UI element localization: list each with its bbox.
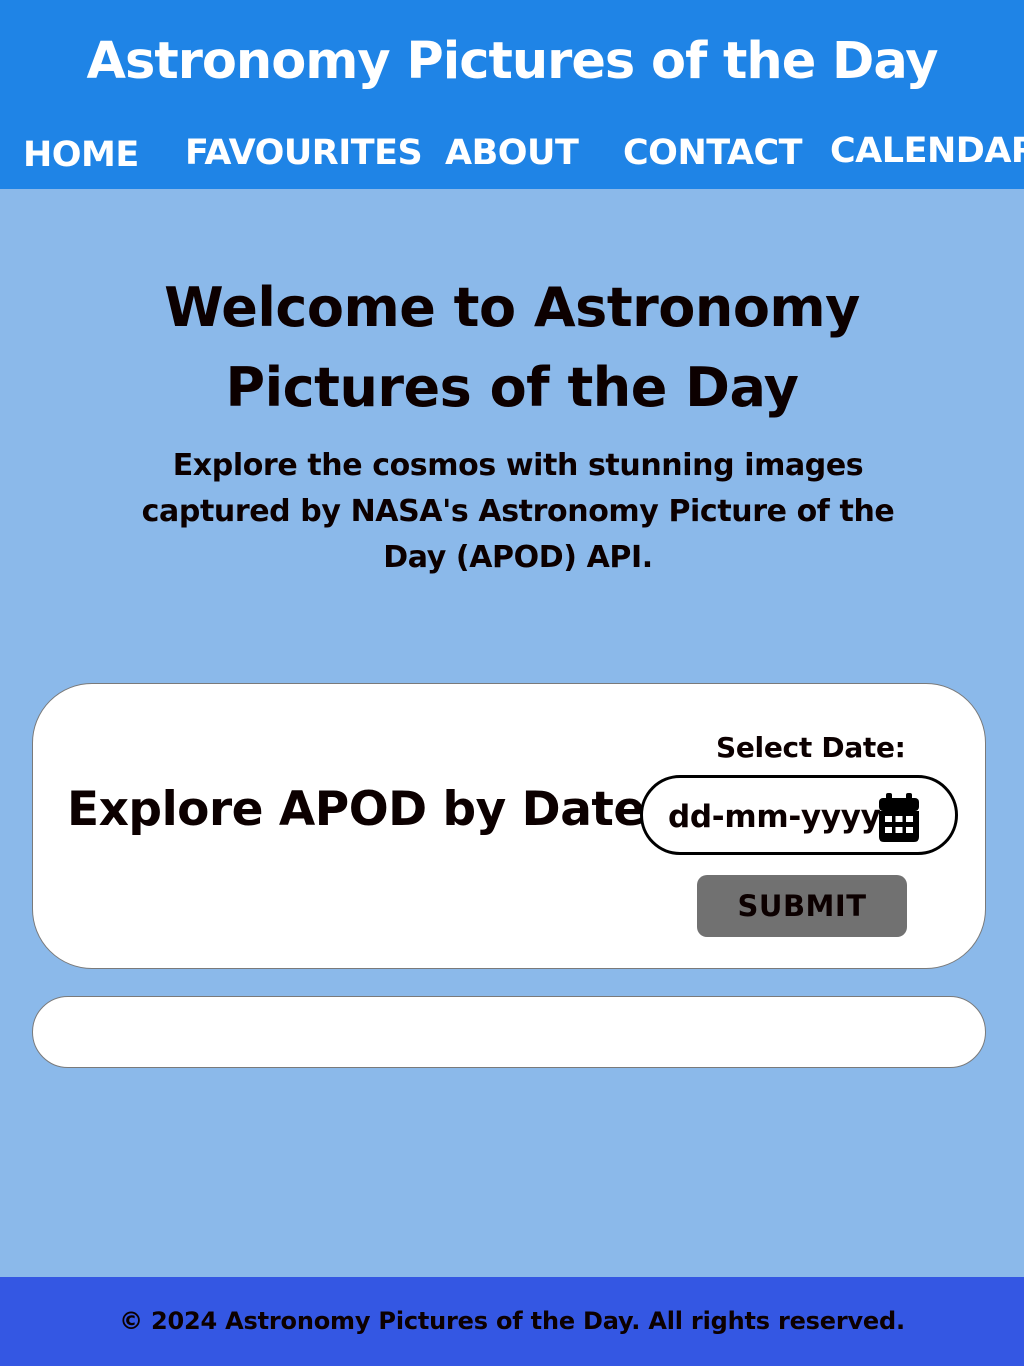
nav-home-link[interactable]: HOME [23, 130, 139, 180]
calendar-icon[interactable] [877, 793, 921, 843]
site-title: Astronomy Pictures of the Day [86, 32, 939, 91]
welcome-subtitle: Explore the cosmos with stunning images … [141, 448, 895, 575]
nav-contact-link[interactable]: CONTACT [623, 128, 803, 178]
nav-about-link[interactable]: ABOUT [445, 128, 579, 178]
submit-button[interactable]: SUBMIT [697, 875, 907, 937]
welcome-title: Welcome to Astronomy Pictures of the Day [164, 276, 860, 419]
nav-favourites-link[interactable]: FAVOURITES [185, 128, 423, 178]
explore-card-title: Explore APOD by Date [67, 782, 645, 837]
site-header: Astronomy Pictures of the Day HOME FAVOU… [0, 0, 1024, 189]
explore-by-date-card: Explore APOD by Date Select Date: dd-mm-… [32, 683, 986, 969]
date-input-placeholder: dd-mm-yyyy [668, 799, 881, 835]
apod-result-container [32, 996, 986, 1068]
site-footer: © 2024 Astronomy Pictures of the Day. Al… [0, 1277, 1024, 1366]
nav-calendar-link[interactable]: CALENDAR [830, 126, 1024, 176]
date-input[interactable]: dd-mm-yyyy [640, 775, 958, 855]
select-date-label: Select Date: [716, 731, 906, 764]
footer-copyright: © 2024 Astronomy Pictures of the Day. Al… [119, 1307, 905, 1335]
main-nav: HOME FAVOURITES ABOUT CONTACT CALENDAR [0, 128, 1024, 178]
